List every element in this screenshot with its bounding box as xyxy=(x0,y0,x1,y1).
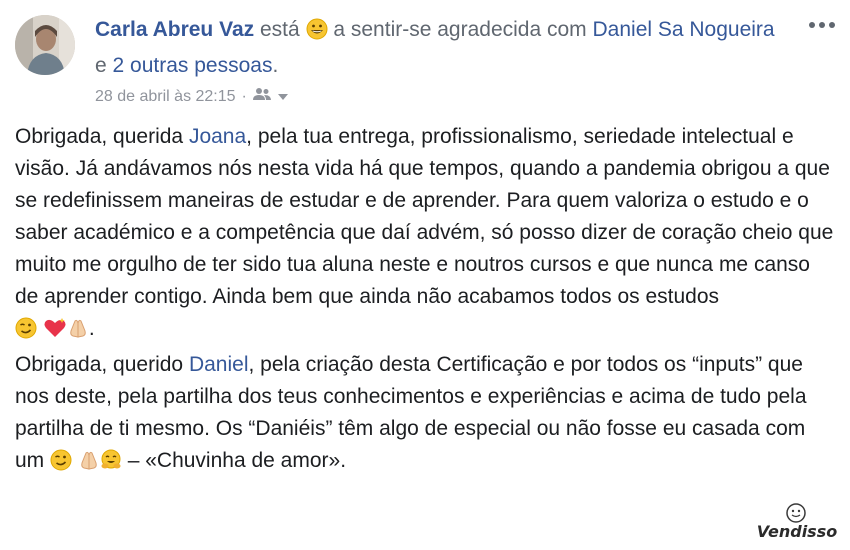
folded-hands-emoji-icon xyxy=(67,317,89,349)
author-name[interactable]: Carla Abreu Vaz xyxy=(95,18,254,41)
watermark-text: Vendisso xyxy=(757,522,837,541)
mention-daniel-link[interactable]: Daniel xyxy=(189,353,249,376)
winking-emoji-icon xyxy=(50,449,72,481)
paragraph-1-text-a: Obrigada, querida xyxy=(15,125,189,148)
tagged-person-link[interactable]: Daniel Sa Nogueira xyxy=(593,18,775,41)
paragraph-2-text-a: Obrigada, querido xyxy=(15,353,189,376)
feeling-prefix: está xyxy=(259,18,300,41)
folded-hands-emoji-icon xyxy=(78,449,100,481)
header-period: . xyxy=(272,54,279,77)
mention-joana-link[interactable]: Joana xyxy=(189,125,246,148)
friends-icon[interactable] xyxy=(252,87,271,106)
paragraph-1-text-b: , pela tua entrega, profissionalismo, se… xyxy=(15,125,834,308)
paragraph-2-text-c: – «Chuvinha de amor». xyxy=(127,449,347,472)
sparkling-heart-emoji-icon xyxy=(43,317,67,349)
author-avatar[interactable] xyxy=(15,15,75,75)
audience-dropdown-icon[interactable] xyxy=(277,88,289,106)
post-body: Obrigada, querida Joana, pela tua entreg… xyxy=(15,121,837,481)
grinning-emoji-icon xyxy=(306,18,328,50)
winking-emoji-icon xyxy=(15,317,37,349)
post-meta: 28 de abril às 22:15 · xyxy=(95,87,289,106)
hugging-face-emoji-icon xyxy=(100,449,122,481)
paragraph-1-end: . xyxy=(88,317,95,340)
others-link[interactable]: 2 outras pessoas xyxy=(113,54,273,77)
connector-text: e xyxy=(95,54,107,77)
avatar-photo xyxy=(15,15,75,75)
meta-separator: · xyxy=(241,87,247,105)
feeling-text: a sentir-se agradecida com xyxy=(333,18,587,41)
vendisso-watermark-logo: Vendisso xyxy=(752,501,842,546)
more-options-icon[interactable] xyxy=(808,12,836,32)
post-header: Carla Abreu Vaz está a sentir-se agradec… xyxy=(95,14,785,82)
post-timestamp[interactable]: 28 de abril às 22:15 xyxy=(95,88,236,106)
